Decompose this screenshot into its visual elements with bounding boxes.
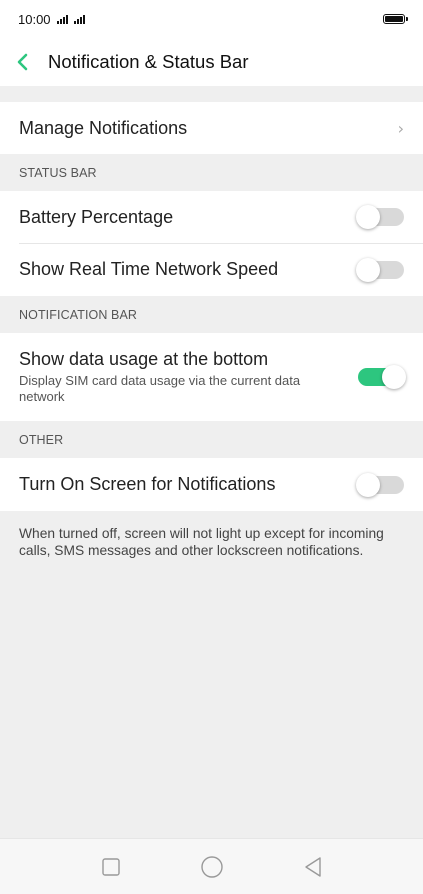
- toggle-knob: [382, 365, 406, 389]
- square-icon: [101, 857, 120, 876]
- network-speed-item[interactable]: Show Real Time Network Speed: [0, 243, 423, 296]
- clock: 10:00: [18, 11, 51, 27]
- battery-percentage-item[interactable]: Battery Percentage: [0, 191, 423, 243]
- screen-on-item[interactable]: Turn On Screen for Notifications: [0, 458, 423, 511]
- manage-notifications-label: Manage Notifications: [19, 117, 188, 138]
- toggle-knob: [356, 472, 380, 497]
- data-usage-description: Display SIM card data usage via the curr…: [19, 373, 301, 404]
- page-title: Notification & Status Bar: [48, 51, 249, 72]
- screen-on-label: Turn On Screen for Notifications: [19, 474, 276, 494]
- battery-percentage-toggle[interactable]: [356, 205, 404, 229]
- screen-on-toggle[interactable]: [356, 472, 404, 497]
- recent-apps-button[interactable]: [96, 852, 126, 882]
- status-bar: 10:00: [0, 0, 423, 38]
- data-usage-item[interactable]: Show data usage at the bottom Display SI…: [0, 333, 423, 421]
- back-arrow-icon: [17, 53, 28, 71]
- data-usage-toggle[interactable]: [358, 365, 406, 389]
- status-bar-group: Battery Percentage Show Real Time Networ…: [0, 191, 423, 296]
- manage-group: Manage Notifications ›: [0, 102, 423, 154]
- section-notification-bar: NOTIFICATION BAR: [19, 307, 138, 322]
- signal-icon: [56, 14, 68, 24]
- other-group: Turn On Screen for Notifications: [0, 458, 423, 511]
- toggle-knob: [356, 205, 380, 229]
- network-speed-label: Show Real Time Network Speed: [19, 259, 279, 279]
- chevron-right-icon: ›: [397, 118, 404, 138]
- circle-icon: [200, 855, 223, 878]
- navigation-bar: [0, 838, 423, 894]
- battery-percentage-label: Battery Percentage: [19, 206, 174, 227]
- signal-icon: [73, 14, 85, 24]
- network-speed-toggle[interactable]: [356, 257, 404, 282]
- data-usage-label: Show data usage at the bottom: [19, 349, 269, 369]
- section-status-bar: STATUS BAR: [19, 165, 97, 180]
- back-nav-button[interactable]: [298, 852, 328, 882]
- notification-bar-group: Show data usage at the bottom Display SI…: [0, 333, 423, 421]
- battery-icon: [383, 14, 408, 24]
- section-other: OTHER: [19, 432, 64, 447]
- data-usage-text: Show data usage at the bottom Display SI…: [19, 349, 339, 405]
- triangle-back-icon: [304, 856, 321, 877]
- manage-notifications-item[interactable]: Manage Notifications ›: [0, 102, 423, 154]
- back-button[interactable]: [16, 48, 44, 76]
- toggle-knob: [356, 257, 380, 282]
- footnote: When turned off, screen will not light u…: [19, 526, 384, 558]
- app-header: Notification & Status Bar: [0, 38, 423, 86]
- home-button[interactable]: [197, 852, 227, 882]
- status-left: 10:00: [18, 12, 85, 27]
